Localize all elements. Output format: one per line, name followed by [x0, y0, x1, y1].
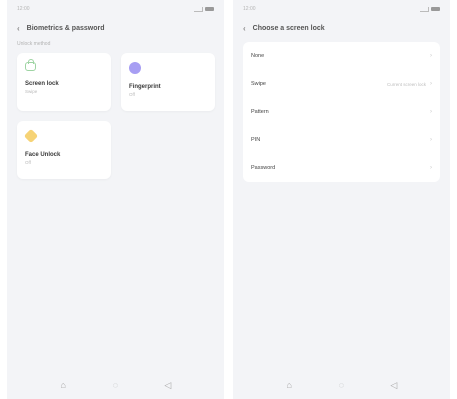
card-title: Screen lock — [25, 81, 59, 87]
fingerprint-card[interactable]: Fingerprint Off — [121, 53, 215, 111]
status-bar: 12:00 — [233, 0, 450, 18]
status-time: 12:00 — [17, 6, 30, 12]
chevron-right-icon: › — [430, 109, 432, 115]
back-arrow-icon[interactable]: ‹ — [17, 24, 20, 33]
status-icons — [194, 6, 214, 12]
screen-lock-card[interactable]: Screen lock Swipe — [17, 53, 111, 111]
chevron-right-icon: › — [430, 81, 432, 87]
card-title: Face Unlock — [25, 152, 61, 158]
biometrics-screen: 12:00 ‹ Biometrics & password Unlock met… — [7, 0, 224, 399]
page-header: ‹ Choose a screen lock — [233, 18, 450, 38]
battery-icon — [205, 7, 214, 11]
lock-icon — [25, 59, 36, 71]
battery-icon — [431, 7, 440, 11]
chevron-right-icon: › — [430, 137, 432, 143]
face-icon — [23, 128, 39, 144]
current-lock-value: Current screen lock — [386, 81, 426, 87]
option-none[interactable]: None › — [243, 42, 440, 70]
option-pattern[interactable]: Pattern › — [243, 98, 440, 126]
navigation-bar: ⌂ ◌ ◁ — [7, 380, 224, 391]
card-title: Fingerprint — [129, 84, 161, 90]
navigation-bar: ⌂ ◌ ◁ — [233, 380, 450, 391]
back-icon[interactable]: ◁ — [161, 380, 175, 391]
option-label: Swipe — [251, 81, 266, 87]
screen-lock-options: None › Swipe Current screen lock › Patte… — [243, 42, 440, 182]
option-pin[interactable]: PIN › — [243, 126, 440, 154]
back-icon[interactable]: ◁ — [387, 380, 401, 391]
status-icons — [420, 6, 440, 12]
page-header: ‹ Biometrics & password — [7, 18, 224, 38]
home-icon[interactable]: ⌂ — [282, 380, 296, 391]
chevron-right-icon: › — [430, 165, 432, 171]
option-label: Pattern — [251, 109, 269, 115]
card-subtitle: Off — [25, 160, 31, 165]
option-label: Password — [251, 165, 276, 171]
option-swipe[interactable]: Swipe Current screen lock › — [243, 70, 440, 98]
home-icon[interactable]: ⌂ — [56, 380, 70, 391]
screen-lock-screen: 12:00 ‹ Choose a screen lock None › Swip… — [233, 0, 450, 399]
option-password[interactable]: Password › — [243, 154, 440, 182]
section-label: Unlock method — [17, 41, 51, 47]
apps-icon[interactable]: ◌ — [334, 380, 348, 391]
status-bar: 12:00 — [7, 0, 224, 18]
fingerprint-icon — [129, 62, 141, 74]
card-subtitle: Swipe — [25, 89, 38, 94]
status-time: 12:00 — [243, 6, 256, 12]
card-subtitle: Off — [129, 92, 135, 97]
unlock-method-grid: Screen lock Swipe Fingerprint Off Face U… — [7, 53, 224, 179]
back-arrow-icon[interactable]: ‹ — [243, 24, 246, 33]
signal-icon — [194, 6, 203, 12]
apps-icon[interactable]: ◌ — [108, 380, 122, 391]
chevron-right-icon: › — [430, 53, 432, 59]
page-title: Biometrics & password — [26, 24, 105, 32]
option-label: None — [251, 53, 265, 59]
page-title: Choose a screen lock — [252, 24, 325, 32]
signal-icon — [420, 6, 429, 12]
option-label: PIN — [251, 137, 261, 143]
face-unlock-card[interactable]: Face Unlock Off — [17, 121, 111, 179]
